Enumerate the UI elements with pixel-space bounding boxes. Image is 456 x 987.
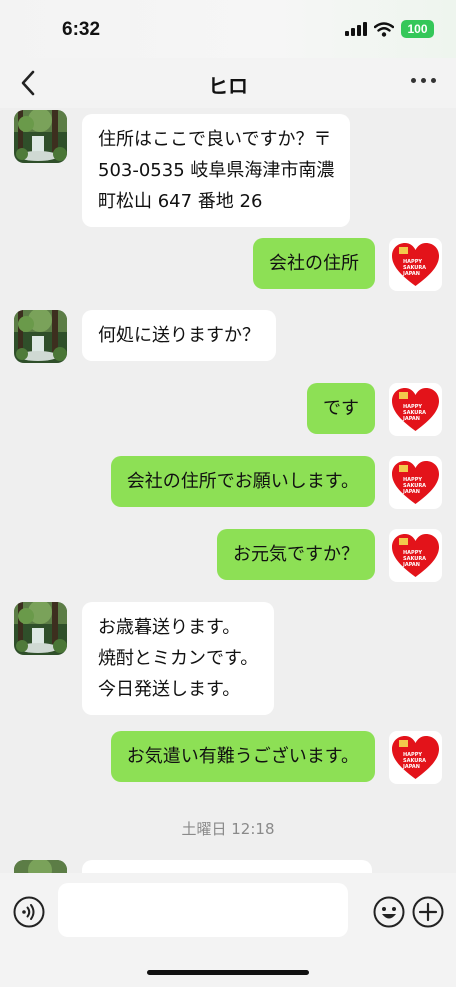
svg-text:JAPAN: JAPAN (402, 489, 420, 495)
avatar[interactable] (14, 860, 67, 873)
heart-avatar-icon[interactable]: HAPPY SAKURA JAPAN (389, 383, 442, 436)
input-bar (0, 873, 456, 987)
date-separator: 土曜日 12:18 (181, 820, 275, 838)
status-time: 6:32 (62, 19, 101, 40)
status-bar: 6:32 100 (0, 0, 456, 58)
plus-icon[interactable] (412, 896, 444, 928)
avatar[interactable] (14, 602, 67, 655)
message-input[interactable] (58, 883, 348, 937)
heart-avatar-icon[interactable]: HAPPY SAKURA JAPAN (389, 456, 442, 509)
svg-text:JAPAN: JAPAN (402, 764, 420, 770)
forest-avatar-icon (14, 602, 67, 655)
message-bubble-outgoing[interactable]: 会社の住所でお願いします。 (110, 456, 375, 507)
heart-avatar-icon[interactable]: HAPPY SAKURA JAPAN (389, 238, 442, 291)
message-bubble-incoming[interactable] (82, 860, 372, 873)
voice-icon[interactable] (13, 896, 45, 928)
avatar[interactable] (14, 310, 67, 363)
wifi-icon (374, 21, 394, 37)
message-bubble-outgoing[interactable]: 会社の住所 (253, 238, 375, 289)
emoji-icon[interactable] (373, 896, 405, 928)
chevron-left-icon[interactable] (16, 68, 44, 98)
heart-avatar-icon[interactable]: HAPPY SAKURA JAPAN (389, 529, 442, 582)
status-icons: 100 (345, 20, 434, 38)
forest-avatar-icon (14, 310, 67, 363)
message-bubble-incoming[interactable]: お歳暮送ります。 焼酎とミカンです。 今日発送します。 (82, 602, 275, 715)
svg-text:JAPAN: JAPAN (402, 271, 420, 277)
heart-avatar-icon[interactable]: HAPPY SAKURA JAPAN (389, 731, 442, 784)
message-bubble-outgoing[interactable]: です (307, 383, 375, 434)
signal-icon (345, 22, 367, 36)
ellipsis-icon[interactable] (411, 78, 436, 83)
message-bubble-outgoing[interactable]: お元気ですか？ (217, 529, 375, 580)
svg-text:JAPAN: JAPAN (402, 416, 420, 422)
home-indicator (147, 970, 309, 975)
svg-text:JAPAN: JAPAN (402, 562, 420, 568)
battery-indicator: 100 (401, 20, 434, 38)
message-bubble-outgoing[interactable]: お気遣い有難うございます。 (110, 731, 375, 782)
forest-avatar-icon (14, 110, 67, 163)
chat-title: ヒロ (208, 74, 248, 98)
avatar[interactable] (14, 110, 67, 163)
message-bubble-incoming[interactable]: 何処に送りますか？ (82, 310, 276, 361)
message-list[interactable]: 住所はここで良いですか？〒 503-0535 岐阜県海津市南濃 町松山 647 … (0, 108, 456, 873)
message-bubble-incoming[interactable]: 住所はここで良いですか？〒 503-0535 岐阜県海津市南濃 町松山 647 … (82, 114, 351, 227)
forest-avatar-icon (14, 860, 67, 873)
chat-header: ヒロ (0, 58, 456, 108)
